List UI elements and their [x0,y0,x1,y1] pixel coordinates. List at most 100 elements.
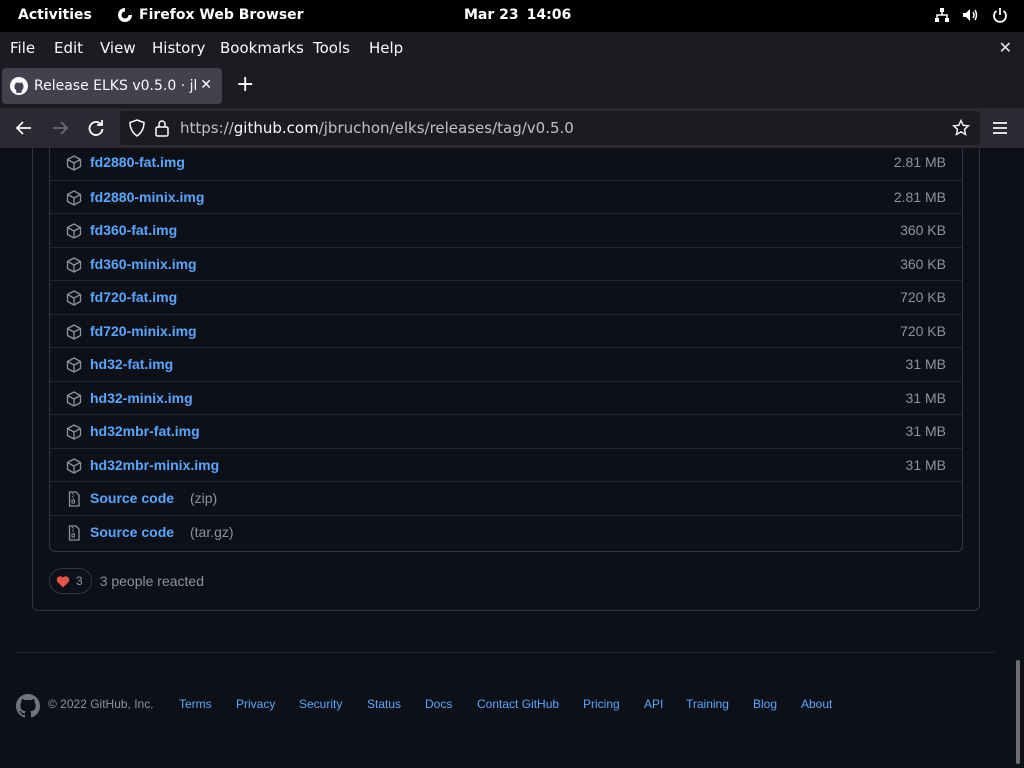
package-icon [66,457,82,474]
package-icon [66,223,82,239]
forward-icon[interactable] [50,118,70,138]
asset-row: Source code (tar.gz) [50,514,962,549]
url-prefix: https:// [180,119,234,137]
tab-close-icon[interactable]: ✕ [200,77,212,93]
asset-link[interactable]: hd32mbr-fat.img [90,423,200,439]
asset-size: 31 MB [905,356,946,372]
url-host: github.com [233,119,319,137]
footer-link-contact[interactable]: Contact GitHub [477,697,559,711]
hamburger-menu-icon[interactable] [990,118,1010,138]
tab-strip: Release ELKS v0.5.0 · jbruchon/elks ✕ + [0,64,1024,108]
asset-link[interactable]: hd32mbr-minix.img [90,457,219,473]
page-scrollbar[interactable] [1016,660,1020,764]
menu-tools[interactable]: Tools [313,39,350,57]
asset-row: fd2880-minix.img 2.81 MB [50,179,962,214]
asset-link[interactable]: fd720-fat.img [90,289,177,305]
package-icon [66,424,82,440]
footer-link-security[interactable]: Security [299,697,342,711]
footer-divider [16,652,996,653]
reaction-count: 3 [76,574,83,588]
system-status-area[interactable] [934,7,1008,23]
file-zip-icon [66,491,82,507]
package-icon [66,189,82,206]
asset-row: hd32mbr-minix.img 31 MB [50,447,962,482]
tab-title: Release ELKS v0.5.0 · jbruchon/elks [34,78,196,94]
app-menu[interactable]: Firefox Web Browser [117,7,304,23]
back-icon[interactable] [14,118,34,138]
navigation-toolbar: https://github.com/jbruchon/elks/release… [0,108,1024,148]
package-icon [66,357,82,373]
asset-link[interactable]: Source code [90,524,174,540]
asset-format: (zip) [190,490,218,506]
asset-row: fd360-minix.img 360 KB [50,246,962,281]
asset-size: 360 KB [900,222,946,238]
asset-size: 720 KB [900,322,946,339]
asset-link[interactable]: hd32-minix.img [90,390,193,406]
lock-icon[interactable] [154,119,170,137]
asset-row: fd360-fat.img 360 KB [50,213,962,247]
github-logo-icon[interactable] [16,694,40,718]
asset-size: 720 KB [900,289,946,305]
clock-time: 14:06 [526,7,572,23]
asset-link[interactable]: fd2880-fat.img [90,154,185,170]
asset-link[interactable]: Source code [90,490,174,506]
asset-size: 360 KB [900,255,946,272]
bookmark-star-icon[interactable] [952,119,970,137]
package-icon [66,390,82,407]
footer-link-blog[interactable]: Blog [753,697,777,711]
asset-size: 2.81 MB [893,188,946,205]
footer-copyright: © 2022 GitHub, Inc. [48,697,154,711]
shield-icon[interactable] [128,119,146,137]
menu-file[interactable]: File [10,39,35,57]
menu-edit[interactable]: Edit [54,39,83,57]
footer-link-api[interactable]: API [644,697,663,711]
footer-link-status[interactable]: Status [367,697,401,711]
menu-history[interactable]: History [152,39,205,57]
footer-link-pricing[interactable]: Pricing [583,697,620,711]
clock[interactable]: Mar 23 14:06 [464,7,571,23]
volume-icon [963,9,978,21]
clock-date: Mar 23 [464,7,519,23]
url-text[interactable]: https://github.com/jbruchon/elks/release… [180,119,574,137]
url-bar[interactable]: https://github.com/jbruchon/elks/release… [120,111,980,145]
url-path: /jbruchon/elks/releases/tag/v0.5.0 [318,119,574,137]
github-icon [10,77,28,95]
page-content: fd2880-fat.img 2.81 MB fd2880-minix.img 2.8… [0,148,1024,768]
asset-size: 2.81 MB [893,154,946,170]
footer-link-training[interactable]: Training [686,697,729,711]
asset-row: Source code (zip) [50,481,962,515]
menu-view[interactable]: View [100,39,136,57]
footer-link-privacy[interactable]: Privacy [236,697,275,711]
system-top-bar: Activities Firefox Web Browser Mar 23 14:… [0,0,1024,32]
footer-link-about[interactable]: About [801,697,832,711]
reactions: 3 3 people reacted [49,568,204,594]
asset-link[interactable]: fd720-minix.img [90,323,197,339]
asset-link[interactable]: fd2880-minix.img [90,189,204,205]
heart-icon [56,575,70,587]
window-close-icon[interactable]: ✕ [999,38,1012,57]
package-icon [66,290,82,306]
package-icon [66,256,82,273]
assets-list: fd2880-fat.img 2.81 MB fd2880-minix.img 2.8… [49,148,963,552]
asset-link[interactable]: hd32-fat.img [90,356,173,372]
tab-release-elks[interactable]: Release ELKS v0.5.0 · jbruchon/elks ✕ [2,68,222,104]
asset-size: 31 MB [905,423,946,439]
asset-row: hd32-fat.img 31 MB [50,347,962,381]
footer-link-terms[interactable]: Terms [179,697,212,711]
asset-link[interactable]: fd360-fat.img [90,222,177,238]
asset-format: (tar.gz) [190,523,234,540]
file-zip-icon [66,524,82,541]
menu-help[interactable]: Help [369,39,403,57]
asset-link[interactable]: fd360-minix.img [90,256,197,272]
menu-bar: File Edit View History Bookmarks Tools H… [0,32,1024,64]
asset-size: 31 MB [905,389,946,406]
asset-row: fd720-fat.img 720 KB [50,280,962,314]
reload-icon[interactable] [86,118,106,138]
footer-link-docs[interactable]: Docs [425,697,452,711]
menu-bookmarks[interactable]: Bookmarks [220,39,304,57]
asset-row: hd32-minix.img 31 MB [50,380,962,415]
reaction-heart-button[interactable]: 3 [49,568,92,594]
new-tab-icon[interactable]: + [236,72,254,97]
activities-button[interactable]: Activities [18,7,92,23]
asset-size: 31 MB [905,456,946,473]
